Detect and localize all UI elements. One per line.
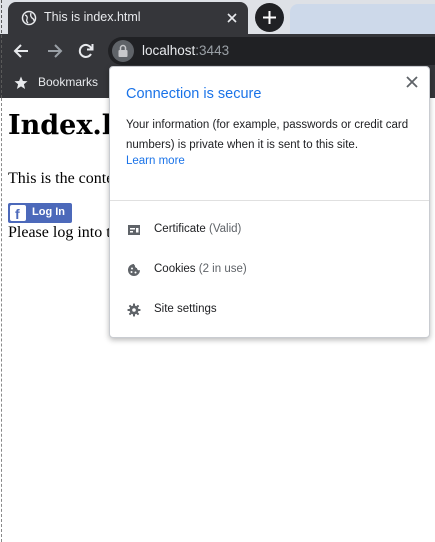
cookies-label: Cookies (2 in use) — [154, 263, 247, 275]
certificate-icon — [128, 225, 140, 235]
login-button-label: Log In — [32, 206, 65, 218]
tab-close-icon[interactable] — [224, 10, 240, 26]
close-icon[interactable] — [405, 75, 419, 89]
url-host: localhost — [142, 43, 196, 58]
site-settings-row[interactable]: Site settings — [110, 290, 429, 330]
site-info-button[interactable] — [112, 40, 134, 62]
new-tab-button[interactable] — [255, 3, 284, 32]
tab-title: This is index.html — [44, 10, 141, 24]
reload-icon[interactable] — [76, 41, 96, 61]
popup-title: Connection is secure — [126, 86, 262, 102]
page-paragraph: This is the conte — [8, 170, 114, 187]
certificate-row[interactable]: Certificate (Valid) — [110, 210, 429, 250]
url-port: :3443 — [195, 43, 230, 58]
plus-icon — [263, 11, 276, 24]
active-tab[interactable]: This is index.html — [8, 2, 248, 34]
tab-strip: This is index.html — [0, 0, 435, 34]
address-bar[interactable]: localhost:3443 — [108, 37, 435, 65]
bookmarks-label[interactable]: Bookmarks — [38, 75, 98, 89]
globe-icon — [21, 10, 37, 26]
site-info-popup: Connection is secure Your information (f… — [109, 66, 430, 338]
back-arrow-icon[interactable] — [12, 41, 32, 61]
site-settings-label: Site settings — [154, 303, 217, 315]
dashed-guide — [1, 98, 2, 542]
cookies-row[interactable]: Cookies (2 in use) — [110, 250, 429, 290]
lock-icon — [118, 44, 128, 57]
background-tab[interactable] — [290, 4, 435, 34]
gear-icon — [127, 303, 141, 317]
popup-divider — [110, 200, 429, 201]
certificate-status: (Valid) — [208, 223, 242, 235]
url-text: localhost:3443 — [142, 43, 229, 58]
facebook-icon: f — [10, 205, 26, 222]
forward-arrow-icon[interactable] — [44, 41, 64, 61]
learn-more-link[interactable]: Learn more — [126, 155, 185, 167]
popup-description: Your information (for example, passwords… — [126, 119, 409, 151]
cookies-count: (2 in use) — [198, 263, 247, 275]
star-icon — [14, 76, 28, 89]
dashed-guide-top — [1, 0, 2, 98]
facebook-login-button[interactable]: f Log In — [8, 203, 72, 223]
login-prompt: Please log into t — [8, 224, 111, 241]
certificate-label: Certificate (Valid) — [154, 223, 242, 235]
toolbar: localhost:3443 — [0, 34, 435, 68]
page-heading: Index.h — [8, 110, 122, 141]
cookie-icon — [128, 264, 140, 276]
